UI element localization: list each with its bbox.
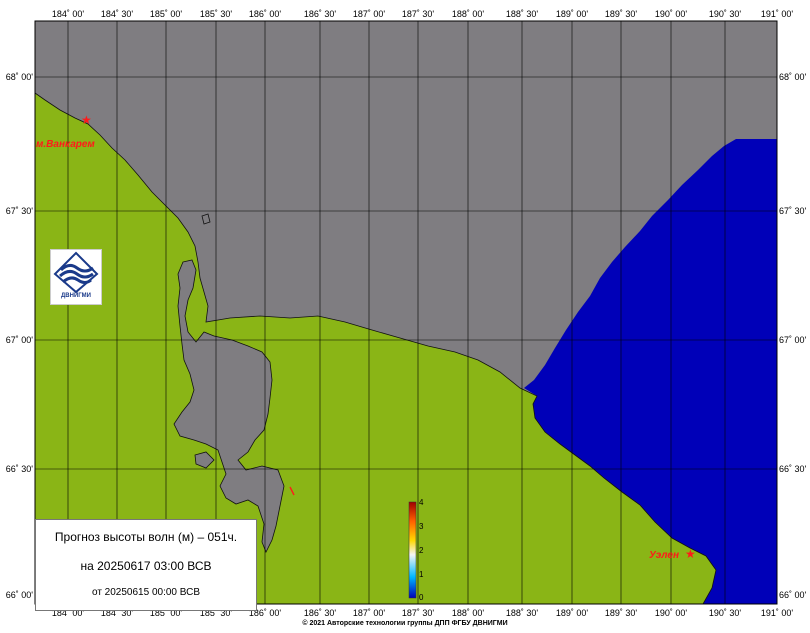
lon-tick-label: 187˚ 30' bbox=[402, 608, 435, 618]
organization-logo: ДВНИГМИ bbox=[50, 249, 102, 305]
lat-tick-label: 66˚ 30' bbox=[6, 464, 34, 474]
lon-tick-label: 188˚ 00' bbox=[452, 9, 485, 19]
lon-tick-label: 189˚ 00' bbox=[556, 9, 589, 19]
forecast-valid-time: на 20250617 03:00 ВСВ bbox=[80, 559, 212, 573]
lat-tick-label: 66˚ 30' bbox=[779, 464, 807, 474]
lat-tick-label: 68˚ 00' bbox=[6, 72, 34, 82]
uelen-star-icon: ★ bbox=[685, 547, 696, 561]
colorbar bbox=[408, 501, 417, 599]
waves-logo-icon bbox=[53, 251, 99, 294]
lat-tick-label: 67˚ 00' bbox=[779, 335, 807, 345]
lon-tick-label: 188˚ 00' bbox=[452, 608, 485, 618]
colorbar-label: 0 bbox=[419, 593, 424, 602]
forecast-title: Прогноз высоты волн (м) – 051ч. bbox=[54, 530, 238, 544]
place-label-uelen: Уэлен bbox=[649, 550, 679, 561]
forecast-issued-time: от 20250615 00:00 ВСВ bbox=[91, 587, 200, 598]
place-label-vankarem: м.Ванкарем bbox=[36, 139, 95, 150]
lat-tick-label: 66˚ 00' bbox=[6, 590, 34, 600]
lon-tick-label: 186˚ 30' bbox=[304, 608, 337, 618]
lon-tick-label: 190˚ 30' bbox=[709, 608, 742, 618]
lon-tick-label: 191˚ 00' bbox=[761, 608, 794, 618]
lon-tick-label: 190˚ 30' bbox=[709, 9, 742, 19]
lat-labels-left: 68˚ 00' 67˚ 30' 67˚ 00' 66˚ 30' 66˚ 00' bbox=[6, 72, 34, 600]
lat-tick-label: 68˚ 00' bbox=[779, 72, 807, 82]
lon-tick-label: 187˚ 30' bbox=[402, 9, 435, 19]
copyright-footer: © 2021 Авторские технологии группы ДПП Ф… bbox=[302, 620, 508, 627]
lon-tick-label: 187˚ 00' bbox=[353, 608, 386, 618]
lat-tick-label: 67˚ 30' bbox=[6, 206, 34, 216]
lon-tick-label: 188˚ 30' bbox=[506, 9, 539, 19]
lon-tick-label: 191˚ 00' bbox=[761, 9, 794, 19]
lat-tick-label: 66˚ 00' bbox=[779, 590, 807, 600]
lon-tick-label: 186˚ 00' bbox=[249, 9, 282, 19]
lon-tick-label: 186˚ 30' bbox=[304, 9, 337, 19]
lon-labels-top: 184˚ 00' 184˚ 30' 185˚ 00' 185˚ 30' 186˚… bbox=[52, 9, 794, 19]
lon-tick-label: 185˚ 30' bbox=[200, 9, 233, 19]
lon-tick-label: 188˚ 30' bbox=[506, 608, 539, 618]
lon-tick-label: 187˚ 00' bbox=[353, 9, 386, 19]
colorbar-label: 3 bbox=[419, 522, 424, 531]
lon-tick-label: 185˚ 00' bbox=[150, 9, 183, 19]
lat-labels-right: 68˚ 00' 67˚ 30' 67˚ 00' 66˚ 30' 66˚ 00' bbox=[779, 72, 807, 600]
vankarem-star-icon: ★ bbox=[81, 113, 92, 127]
forecast-info-box: Прогноз высоты волн (м) – 051ч. на 20250… bbox=[35, 519, 257, 611]
lon-tick-label: 190˚ 00' bbox=[655, 608, 688, 618]
colorbar-label: 2 bbox=[419, 546, 424, 555]
lon-tick-label: 189˚ 30' bbox=[605, 9, 638, 19]
lon-tick-label: 184˚ 00' bbox=[52, 9, 85, 19]
lon-tick-label: 189˚ 30' bbox=[605, 608, 638, 618]
lon-tick-label: 189˚ 00' bbox=[556, 608, 589, 618]
colorbar-label: 4 bbox=[419, 498, 424, 507]
lon-tick-label: 190˚ 00' bbox=[655, 9, 688, 19]
lon-tick-label: 184˚ 30' bbox=[101, 9, 134, 19]
colorbar-label: 1 bbox=[419, 570, 424, 579]
lat-tick-label: 67˚ 00' bbox=[6, 335, 34, 345]
logo-text: ДВНИГМИ bbox=[61, 293, 91, 299]
lat-tick-label: 67˚ 30' bbox=[779, 206, 807, 216]
